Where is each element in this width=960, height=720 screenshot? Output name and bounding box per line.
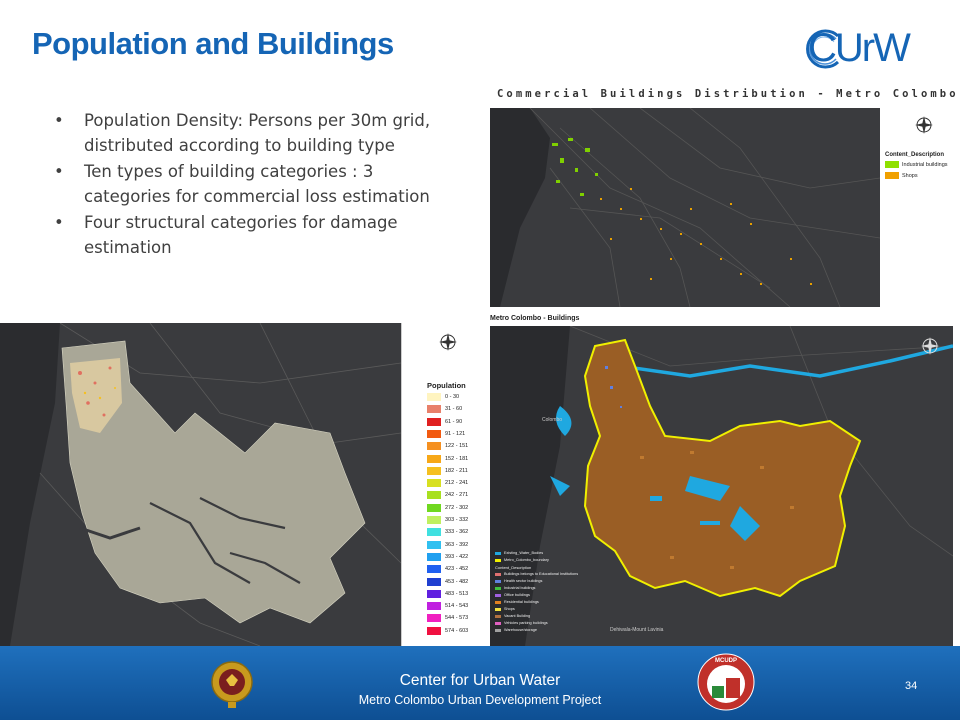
- commercial-buildings-map: [490, 108, 880, 307]
- legend-swatch: [427, 466, 441, 475]
- logo-text: CUrW: [808, 26, 911, 70]
- legend-row: 0 - 30: [427, 393, 459, 401]
- legend-row: 61 - 90: [427, 417, 462, 426]
- legend-row: 423 - 452: [427, 565, 468, 574]
- legend-row: Shops: [495, 607, 515, 611]
- sri-lanka-emblem-icon: [211, 661, 253, 708]
- north-arrow-icon: [439, 333, 457, 351]
- buildings-legend: Existing_Water_Bodies Metro_Colombo_bound…: [492, 549, 600, 641]
- legend-swatch: [427, 442, 441, 451]
- svg-text:MCUDP: MCUDP: [715, 658, 737, 664]
- legend-swatch: [427, 589, 441, 598]
- legend-swatch: [495, 572, 501, 576]
- legend-swatch: [427, 491, 441, 500]
- commercial-map-legend: Content_Description Industrial buildings…: [880, 108, 958, 307]
- legend-row: 483 - 513: [427, 589, 468, 598]
- legend-row: Warehouse/storage: [495, 628, 537, 632]
- legend-swatch: [495, 558, 501, 562]
- legend-swatch: [427, 552, 441, 561]
- footer-project-name: Metro Colombo Urban Development Project: [358, 693, 602, 707]
- legend-row: 91 - 121: [427, 429, 465, 438]
- place-label: Colombo: [542, 417, 562, 423]
- legend-swatch: [427, 393, 441, 401]
- legend-swatch: [495, 586, 501, 590]
- legend-row: 272 - 302: [427, 503, 468, 512]
- legend-swatch: [427, 626, 441, 635]
- population-legend: Population 0 - 30 31 - 60 61 - 90 91 - 121 1…: [401, 323, 487, 646]
- legend-row: Existing_Water_Bodies: [495, 551, 543, 555]
- legend-swatch: [427, 503, 441, 512]
- legend-swatch: [495, 614, 501, 618]
- legend-row: Shops: [885, 172, 918, 179]
- legend-row: 31 - 60: [427, 405, 462, 414]
- legend-row: 544 - 573: [427, 614, 468, 623]
- legend-swatch: [495, 600, 501, 604]
- legend-row: Metro_Colombo_boundary: [495, 558, 549, 562]
- legend-swatch: [427, 540, 441, 549]
- legend-swatch: [427, 516, 441, 524]
- slide-title: Population and Buildings: [32, 26, 394, 61]
- mcudp-logo-icon: MCUDP: [697, 653, 755, 711]
- legend-swatch: [427, 405, 441, 414]
- legend-row: Vacant Building: [495, 614, 530, 618]
- legend-swatch: [495, 551, 501, 555]
- buildings-map-title: Metro Colombo - Buildings: [490, 315, 580, 322]
- legend-row: 453 - 482: [427, 577, 468, 586]
- legend-swatch: [427, 602, 441, 611]
- legend-row: 574 - 603: [427, 626, 468, 635]
- legend-swatch: [427, 528, 441, 537]
- legend-swatch: [427, 565, 441, 574]
- legend-swatch: [495, 621, 501, 625]
- legend-row: 514 - 543: [427, 602, 468, 611]
- legend-swatch: [427, 429, 441, 438]
- legend-swatch: [427, 577, 441, 586]
- legend-swatch: [495, 628, 501, 632]
- legend-row: Industrial buildings: [495, 586, 535, 590]
- legend-row: Health sector buildings: [495, 579, 542, 583]
- footer-org-name: Center for Urban Water: [399, 672, 561, 689]
- legend-swatch: [427, 479, 441, 488]
- legend-swatch: [427, 417, 441, 426]
- legend-row: Industrial buildings: [885, 161, 948, 168]
- bullet-list: • Population Density: Persons per 30m gri…: [54, 108, 454, 261]
- bullet-item: • Population Density: Persons per 30m gri…: [54, 111, 431, 155]
- legend-row: 393 - 422: [427, 552, 468, 561]
- legend-swatch: [427, 614, 441, 623]
- legend-heading: Content_Description: [495, 565, 532, 570]
- legend-row: Residential buildings: [495, 600, 539, 604]
- population-density-map: [0, 323, 401, 646]
- curw-logo: CUrW: [800, 26, 942, 72]
- legend-row: Buildings belongs to Educational Institu…: [495, 572, 578, 576]
- legend-row: 182 - 211: [427, 466, 468, 475]
- page-number: 34: [905, 680, 918, 692]
- legend-swatch: [495, 593, 501, 597]
- legend-row: 242 - 271: [427, 491, 468, 500]
- legend-row: Office buildings: [495, 593, 530, 597]
- legend-row: 333 - 362: [427, 528, 468, 537]
- legend-row: Vehicles parking buildings: [495, 621, 548, 625]
- legend-swatch: [427, 454, 441, 463]
- legend-row: 212 - 241: [427, 479, 468, 488]
- legend-row: 152 - 181: [427, 454, 468, 463]
- bullet-item: • Four structural categories for damage e…: [54, 213, 398, 257]
- legend-row: 363 - 392: [427, 540, 468, 549]
- footer-bar: Center for Urban Water Metro Colombo Urb…: [0, 646, 960, 720]
- commercial-map-title: Commercial Buildings Distribution - Metr…: [497, 88, 959, 100]
- legend-swatch: [495, 579, 501, 583]
- north-arrow-icon: [915, 116, 933, 134]
- place-label: Dehiwala-Mount Lavinia: [610, 627, 664, 633]
- legend-swatch: [495, 607, 501, 611]
- legend-row: 303 - 332: [427, 516, 468, 524]
- bullet-item: • Ten types of building categories : 3 ca…: [54, 162, 430, 206]
- legend-row: 122 - 151: [427, 442, 468, 451]
